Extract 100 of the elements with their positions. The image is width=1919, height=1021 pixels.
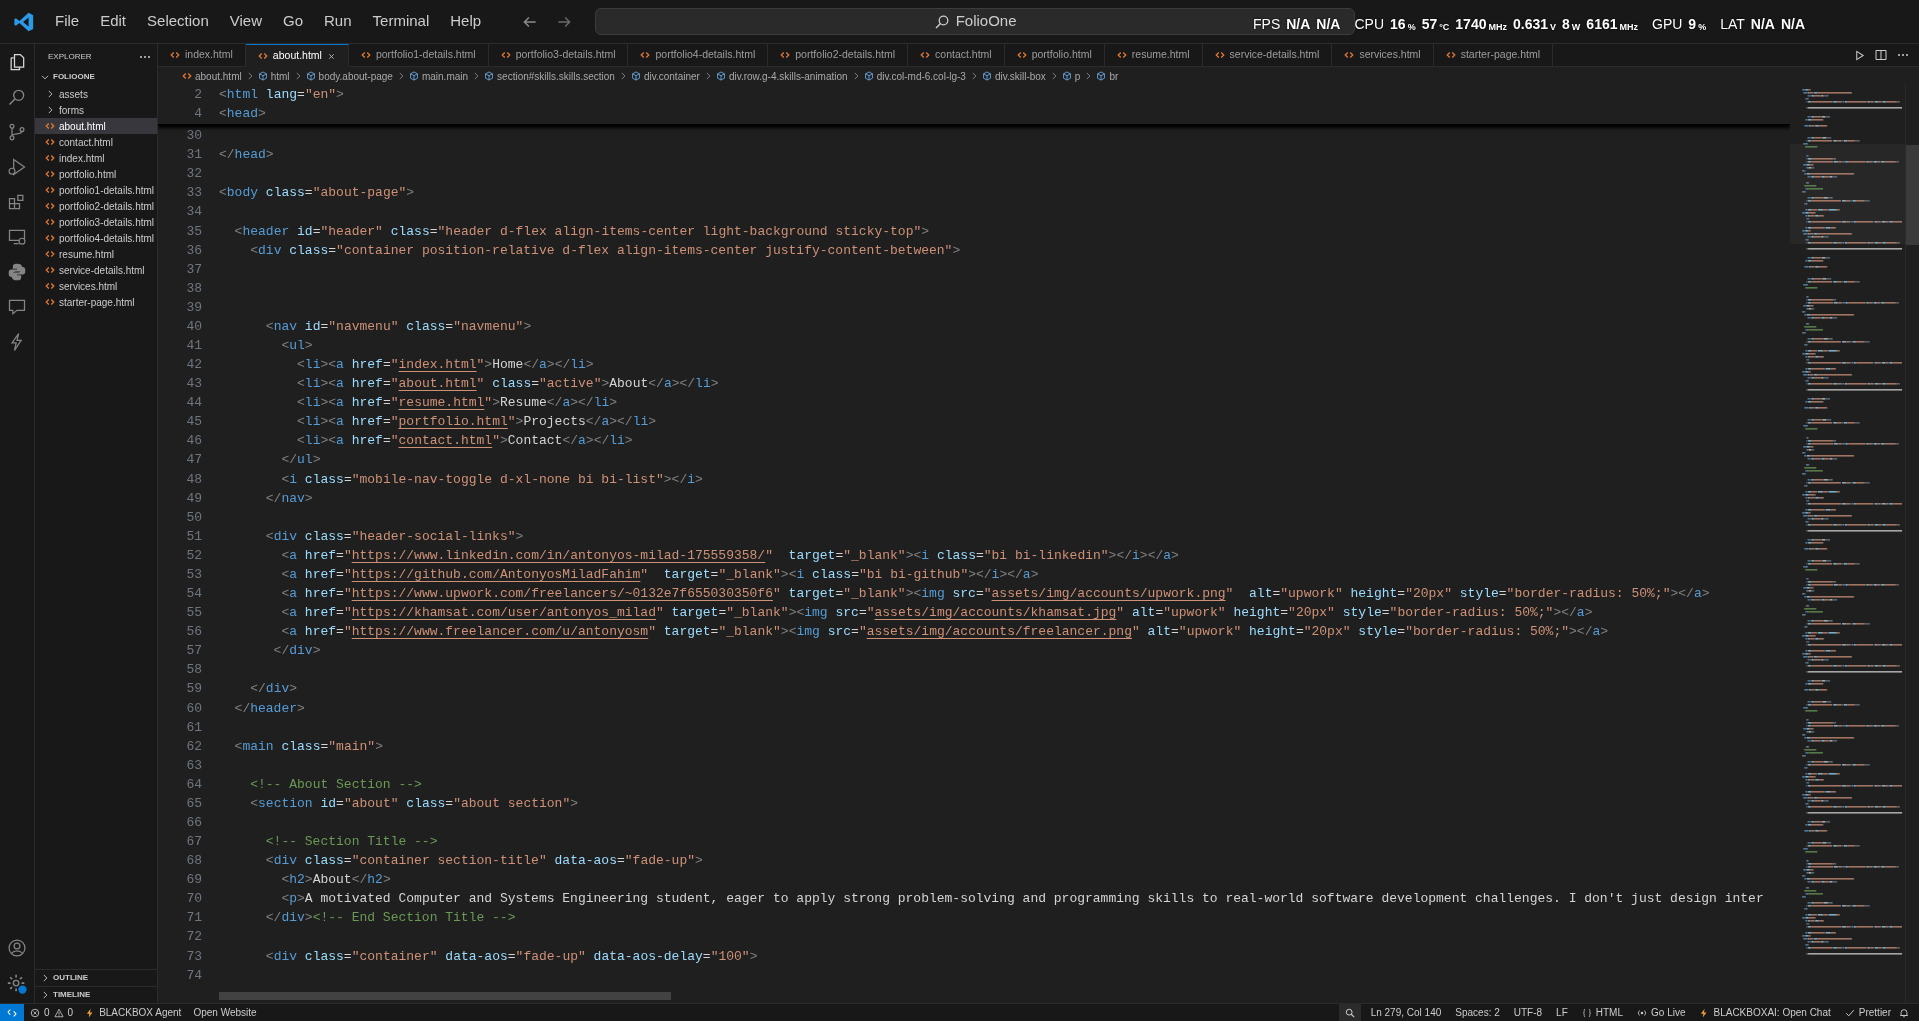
- tree-item[interactable]: portfolio.html: [35, 166, 157, 182]
- menu-item[interactable]: Go: [273, 6, 313, 37]
- line-number: 68: [185, 852, 202, 871]
- status-item[interactable]: LF: [1556, 1005, 1568, 1020]
- split-editor-icon[interactable]: [1875, 49, 1887, 61]
- horizontal-scrollbar[interactable]: [219, 992, 671, 1000]
- zoom-icon[interactable]: [1344, 1007, 1355, 1018]
- code-line: <ul>: [280, 337, 313, 355]
- notification-bell-icon[interactable]: [1899, 1007, 1909, 1018]
- tree-item[interactable]: index.html: [35, 150, 157, 166]
- more-icon[interactable]: [1897, 53, 1909, 57]
- line-number: 45: [185, 413, 202, 432]
- folder-header[interactable]: FOLIOONE: [35, 68, 157, 86]
- status-item[interactable]: 0 0: [30, 1005, 74, 1020]
- sticky-code-line: <html lang="en">: [219, 86, 344, 104]
- error-count: 0: [44, 1006, 50, 1020]
- tree-item[interactable]: service-details.html: [35, 262, 157, 278]
- breadcrumb-item[interactable]: div.col-md-6.col-lg-3: [863, 68, 966, 84]
- more-icon[interactable]: [139, 54, 151, 60]
- python-icon[interactable]: [7, 262, 27, 282]
- menu-item[interactable]: Edit: [90, 6, 137, 37]
- breadcrumb-item[interactable]: html: [257, 68, 290, 84]
- breadcrumb-item[interactable]: div.container: [630, 68, 700, 84]
- tree-item[interactable]: portfolio4-details.html: [35, 230, 157, 246]
- html-file-icon: [45, 281, 55, 291]
- html-file-icon: [640, 50, 651, 60]
- status-item[interactable]: Open Website: [193, 1005, 257, 1020]
- panel-section-header[interactable]: OUTLINE: [35, 969, 157, 986]
- line-number: 38: [185, 279, 202, 298]
- close-icon[interactable]: [326, 51, 336, 61]
- tree-item[interactable]: contact.html: [35, 134, 157, 150]
- html-file-icon: [45, 297, 55, 307]
- menu-item[interactable]: File: [45, 6, 90, 37]
- folder-name: FOLIOONE: [53, 71, 95, 83]
- html-file-icon: [920, 50, 931, 60]
- scrollbar-thumb[interactable]: [1906, 145, 1919, 245]
- tree-item[interactable]: forms: [35, 102, 157, 118]
- code-line: <nav id="navmenu" class="navmenu">: [264, 317, 532, 336]
- run-debug-icon[interactable]: [7, 157, 27, 177]
- code-line: <body class="about-page">: [219, 184, 415, 203]
- editor-logo-icon[interactable]: [13, 10, 35, 33]
- code-line: <div class="container position-relative d-flex align-items-center justify-content-between">: [249, 241, 961, 260]
- breadcrumb-item[interactable]: div.row.g-4.skills-animation: [715, 68, 848, 84]
- menu-item[interactable]: Selection: [137, 6, 219, 37]
- tree-item[interactable]: starter-page.html: [35, 294, 157, 310]
- menu-item[interactable]: Terminal: [362, 6, 440, 37]
- line-number: 40: [185, 317, 202, 336]
- breadcrumb-item[interactable]: main.main: [408, 68, 469, 84]
- code-line: <main class="main">: [233, 737, 383, 756]
- tree-item[interactable]: assets: [35, 86, 157, 102]
- line-number: 51: [185, 527, 202, 546]
- settings-icon[interactable]: [6, 973, 28, 995]
- breadcrumb-item[interactable]: p: [1061, 68, 1081, 84]
- warning-icon: [53, 1007, 64, 1018]
- breadcrumb-item[interactable]: br: [1096, 68, 1119, 84]
- line-number: 65: [185, 794, 202, 813]
- status-item[interactable]: Go Live: [1637, 1005, 1686, 1020]
- tree-item[interactable]: resume.html: [35, 246, 157, 262]
- status-item[interactable]: Prettier: [1844, 1005, 1891, 1020]
- breadcrumb-item[interactable]: about.html: [182, 68, 242, 84]
- run-icon[interactable]: [1854, 49, 1865, 61]
- status-item[interactable]: UTF-8: [1513, 1005, 1543, 1020]
- status-item[interactable]: BLACKBOX Agent: [85, 1005, 182, 1020]
- account-icon[interactable]: [7, 938, 27, 958]
- editor-tab[interactable]: about.html: [245, 44, 349, 67]
- menu-item[interactable]: Help: [440, 6, 492, 37]
- tree-item[interactable]: portfolio2-details.html: [35, 198, 157, 214]
- chat-icon[interactable]: [7, 297, 27, 317]
- overlay-value: N/A: [1750, 15, 1775, 34]
- overlay-value: 0.631: [1513, 15, 1549, 34]
- monitor-icon[interactable]: [7, 227, 27, 247]
- menu-item[interactable]: View: [219, 6, 272, 37]
- html-file-icon: [45, 185, 55, 195]
- menu-item[interactable]: Run: [314, 6, 362, 37]
- breadcrumb-item[interactable]: section#skills.skills.section: [484, 68, 615, 84]
- source-control-icon[interactable]: [7, 122, 27, 142]
- cube-icon: [630, 71, 641, 81]
- code-line: <li><a href="contact.html">Contact</a></li>: [296, 432, 633, 451]
- line-number: 52: [185, 546, 202, 565]
- breadcrumb-item[interactable]: div.skill-box: [981, 68, 1046, 84]
- tree-item[interactable]: about.html: [35, 118, 157, 134]
- tree-item[interactable]: services.html: [35, 278, 157, 294]
- overlay-value: 8: [1562, 15, 1570, 34]
- line-number: 69: [185, 871, 202, 890]
- status-item[interactable]: Spaces: 2: [1455, 1005, 1500, 1020]
- broadcast-icon: [1637, 1007, 1647, 1018]
- breadcrumb-item[interactable]: body.about-page: [305, 68, 393, 84]
- overlay-unit: W: [1571, 20, 1581, 34]
- search-icon[interactable]: [7, 87, 27, 107]
- line-number: 73: [185, 947, 202, 966]
- status-item[interactable]: HTML: [1581, 1005, 1623, 1020]
- status-item[interactable]: Ln 279, Col 140: [1370, 1005, 1442, 1020]
- html-file-icon: [45, 233, 55, 243]
- tree-item[interactable]: portfolio3-details.html: [35, 214, 157, 230]
- line-number: 34: [185, 203, 202, 222]
- warning-count: 0: [67, 1006, 74, 1020]
- status-item[interactable]: BLACKBOXAI: Open Chat: [1699, 1005, 1831, 1020]
- tree-item[interactable]: portfolio1-details.html: [35, 182, 157, 198]
- overlay-value: 6161: [1586, 15, 1618, 34]
- overlay-value: 57: [1421, 15, 1438, 34]
